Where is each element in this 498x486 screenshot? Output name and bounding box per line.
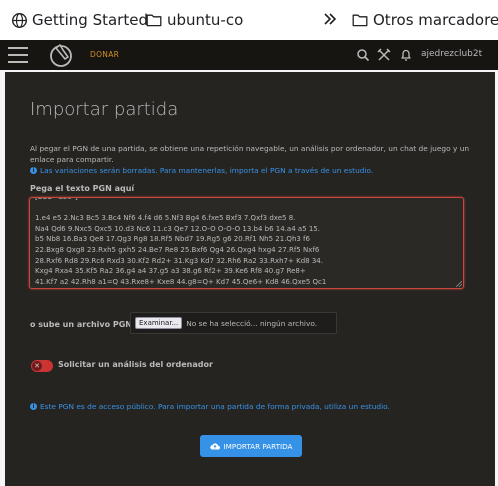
folder-icon (146, 14, 162, 27)
bookmark-label: Otros marcadores (373, 11, 498, 29)
public-note: i Este PGN es de acceso público. Para im… (30, 402, 390, 411)
bell-icon[interactable] (399, 48, 413, 62)
pgn-label: Pega el texto PGN aquí (30, 184, 135, 193)
menu-icon[interactable] (8, 47, 28, 63)
file-status: No se ha selecció... ningún archivo. (186, 318, 318, 328)
info-icon: i (30, 167, 37, 174)
swords-icon[interactable] (377, 48, 391, 62)
bookmarks-bar: Getting Started ubuntu-co Otros marcador… (0, 0, 498, 40)
pgn-textarea-value: [ECO "C50"] 1.e4 e5 2.Nc3 Bc5 3.Bc4 Nf6 … (35, 197, 327, 286)
bookmark-getting-started[interactable]: Getting Started (11, 0, 148, 40)
import-game-button-label: IMPORTAR PARTIDA (223, 441, 293, 451)
bookmark-label: Getting Started (32, 11, 148, 29)
pgn-textarea[interactable]: [ECO "C50"] 1.e4 e5 2.Nc3 Bc5 3.Bc4 Nf6 … (29, 197, 464, 289)
file-upload-input[interactable]: Examinar... No se ha selecció... ningún … (130, 312, 337, 334)
file-upload-label: o sube un archivo PGN (30, 320, 132, 329)
folder-icon (352, 14, 368, 27)
import-panel: Importar partida Al pegar el PGN de una … (5, 72, 495, 486)
resize-handle-icon[interactable] (456, 281, 462, 287)
import-game-button[interactable]: IMPORTAR PARTIDA (200, 435, 302, 457)
donate-link[interactable]: DONAR (90, 50, 119, 59)
public-note-text[interactable]: Este PGN es de acceso público. Para impo… (40, 402, 390, 411)
knight-logo-icon[interactable] (48, 42, 74, 68)
globe-icon (12, 12, 27, 28)
bookmarks-overflow-button[interactable] (322, 11, 338, 31)
analysis-toggle-label: Solicitar un análisis del ordenador (58, 360, 213, 369)
username-link[interactable]: ajedrezclub2t (421, 49, 482, 59)
bookmark-ubuntu-co[interactable]: ubuntu-co (146, 0, 243, 40)
variations-note-text[interactable]: Las variaciones serán borradas. Para man… (40, 166, 373, 175)
variations-note: i Las variaciones serán borradas. Para m… (30, 166, 373, 175)
page-title: Importar partida (30, 99, 179, 120)
toggle-off-icon: ✕ (32, 361, 42, 371)
site-header: DONAR ajedrezclub2t (0, 40, 498, 70)
bookmark-other-bookmarks[interactable]: Otros marcadores (352, 0, 498, 40)
analysis-toggle[interactable]: ✕ (31, 360, 53, 372)
intro-text: Al pegar el PGN de una partida, se obtie… (30, 144, 470, 164)
bookmark-label: ubuntu-co (167, 11, 244, 29)
browse-button[interactable]: Examinar... (135, 317, 183, 329)
chevron-double-right-icon (324, 13, 337, 25)
search-icon[interactable] (356, 48, 370, 62)
cloud-upload-icon (209, 443, 220, 450)
info-icon: i (30, 403, 37, 410)
